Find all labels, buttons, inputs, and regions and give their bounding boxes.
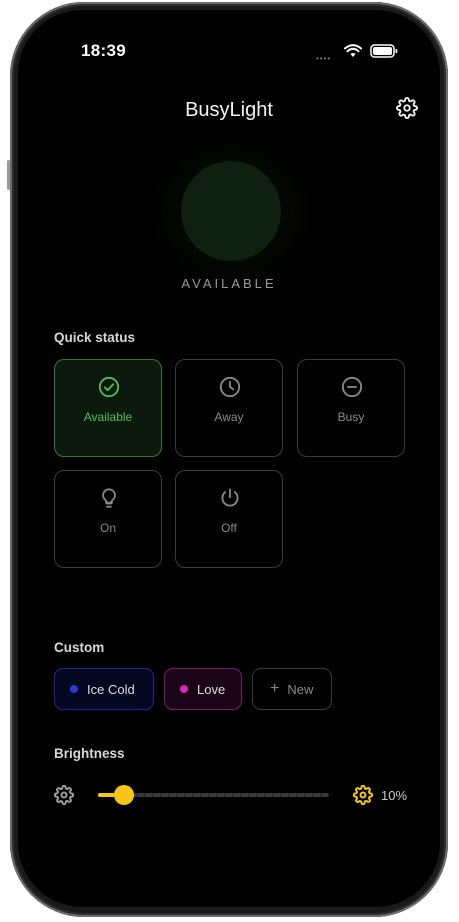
custom-preset-label: Ice Cold (87, 681, 135, 697)
app-screen: 18:39 •••• BusyLight AVAILABLE Quick sta… (18, 10, 440, 907)
status-tile-available[interactable]: Available (54, 359, 162, 457)
color-dot (180, 685, 188, 693)
status-tile-label: Available (83, 410, 133, 424)
status-bar: 18:39 •••• (18, 10, 440, 90)
app-title: BusyLight (185, 99, 273, 121)
custom-preset-label: Love (197, 681, 226, 697)
brightness-slider-thumb[interactable] (114, 785, 135, 805)
new-preset-button[interactable]: + New (252, 668, 332, 710)
custom-preset-ice-cold[interactable]: Ice Cold (54, 668, 154, 710)
status-tile-label: On (99, 521, 116, 535)
color-dot (70, 685, 78, 693)
status-tile-label: Away (214, 410, 244, 424)
status-tile-label: Busy (337, 410, 365, 424)
minus-circle-icon (341, 376, 363, 398)
brightness-value: 10% (381, 788, 408, 803)
brightness-title: Brightness (54, 746, 125, 761)
power-icon (221, 488, 239, 507)
status-tile-on[interactable]: On (54, 470, 162, 568)
current-status-label: AVAILABLE (181, 276, 277, 291)
status-orb (181, 161, 281, 261)
brightness-high-icon (353, 785, 373, 805)
lightbulb-icon (102, 488, 116, 508)
clock-icon (219, 376, 241, 398)
status-tile-off[interactable]: Off (175, 470, 283, 568)
signal-icon: •••• (316, 54, 332, 63)
new-preset-label: New (287, 681, 314, 697)
battery-icon (370, 44, 398, 58)
status-tile-away[interactable]: Away (175, 359, 283, 457)
status-tile-busy[interactable]: Busy (297, 359, 405, 457)
check-circle-icon (98, 376, 120, 398)
custom-title: Custom (54, 640, 105, 655)
custom-preset-love[interactable]: Love (164, 668, 242, 710)
brightness-low-icon (54, 785, 74, 805)
plus-icon: + (270, 680, 280, 697)
gear-icon[interactable] (396, 97, 418, 119)
side-button (7, 160, 10, 190)
quick-status-title: Quick status (54, 330, 136, 345)
clock: 18:39 (81, 41, 126, 60)
status-tile-label: Off (221, 521, 237, 535)
wifi-icon (344, 44, 362, 57)
